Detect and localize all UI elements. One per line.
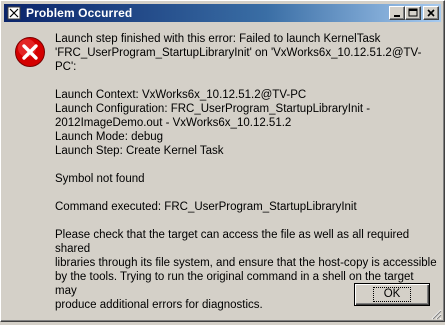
title-bar[interactable]: Problem Occurred xyxy=(4,4,441,22)
launch-configuration-cont: 2012ImageDemo.out - VxWorks6x_10.12.51.2 xyxy=(55,117,292,129)
minimize-button[interactable] xyxy=(389,6,405,20)
help-text: Please check that the target can access … xyxy=(55,229,413,255)
help-text: libraries through its file system, and e… xyxy=(55,257,437,269)
minimize-icon xyxy=(394,15,400,17)
window-controls xyxy=(389,6,439,20)
launch-configuration: Launch Configuration: FRC_UserProgram_St… xyxy=(55,103,371,115)
message-line: 'FRC_UserProgram_StartupLibraryInit' on … xyxy=(55,47,422,73)
maximize-icon xyxy=(408,8,418,17)
launch-context: Launch Context: VxWorks6x_10.12.51.2@TV-… xyxy=(55,89,307,101)
maximize-button[interactable] xyxy=(405,6,421,20)
ok-button[interactable]: OK xyxy=(354,283,430,306)
message-line: Launch step finished with this error: Fa… xyxy=(55,33,381,45)
launch-step: Launch Step: Create Kernel Task xyxy=(55,145,224,157)
error-message: Launch step finished with this error: Fa… xyxy=(55,32,437,312)
close-icon xyxy=(427,9,435,17)
problem-dialog: Problem Occurred Launch step finished wi… xyxy=(0,0,445,322)
command-executed: Command executed: FRC_UserProgram_Startu… xyxy=(55,201,357,213)
window-title: Problem Occurred xyxy=(26,6,133,20)
ok-button-label: OK xyxy=(372,287,412,302)
error-icon xyxy=(14,36,46,68)
symbol-status: Symbol not found xyxy=(55,173,145,185)
resize-grip[interactable] xyxy=(430,307,442,320)
launch-mode: Launch Mode: debug xyxy=(55,131,164,143)
app-icon xyxy=(7,6,21,20)
close-button[interactable] xyxy=(423,6,439,20)
